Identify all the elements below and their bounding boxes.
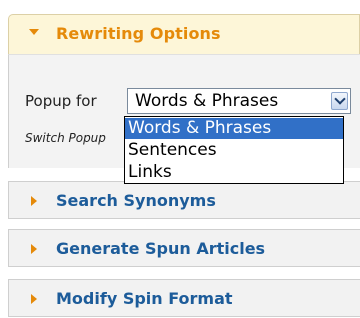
popup-for-label: Popup for	[25, 92, 97, 110]
accordion-title: Rewriting Options	[56, 24, 221, 43]
select-value: Words & Phrases	[135, 91, 279, 111]
accordion-title: Search Synonyms	[56, 191, 216, 210]
accordion-header-search-synonyms[interactable]: Search Synonyms	[8, 181, 360, 219]
caret-right-icon	[31, 294, 37, 304]
switch-popup-text: Switch Popup	[25, 131, 106, 145]
chevron-down-icon[interactable]	[331, 92, 348, 110]
dropdown-option-sentences[interactable]: Sentences	[125, 140, 343, 161]
accordion-title: Generate Spun Articles	[56, 239, 266, 258]
popup-for-dropdown-list: Words & Phrases Sentences Links	[124, 116, 344, 184]
caret-down-icon	[29, 29, 39, 35]
dropdown-option-words-phrases[interactable]: Words & Phrases	[125, 118, 343, 139]
accordion-header-modify-spin-format[interactable]: Modify Spin Format	[8, 279, 360, 317]
dropdown-option-links[interactable]: Links	[125, 162, 343, 183]
caret-right-icon	[31, 244, 37, 254]
accordion-header-rewriting-options[interactable]: Rewriting Options	[8, 14, 360, 54]
popup-for-select[interactable]: Words & Phrases	[127, 88, 351, 114]
accordion-header-generate-spun-articles[interactable]: Generate Spun Articles	[8, 229, 360, 267]
caret-right-icon	[31, 196, 37, 206]
accordion-title: Modify Spin Format	[56, 289, 233, 308]
